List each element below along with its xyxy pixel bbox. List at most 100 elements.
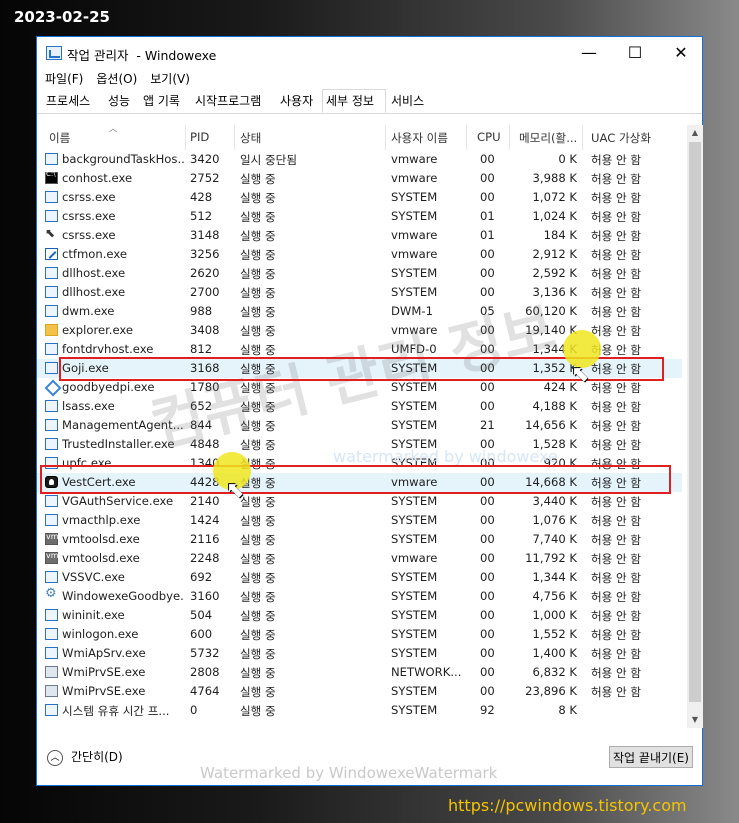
menu-options[interactable]: 옵션(O) — [91, 69, 142, 89]
date-label: 2023-02-25 — [14, 8, 110, 26]
process-name: wininit.exe — [62, 608, 125, 622]
process-memory: 2,592 K — [532, 266, 577, 280]
tab-users[interactable]: 사용자 — [277, 91, 316, 112]
box-process-icon — [45, 514, 58, 526]
process-uac: 허용 안 함 — [591, 400, 642, 414]
tab-startup[interactable]: 시작프로그램 — [192, 91, 264, 112]
column-header-name[interactable]: 이름 — [49, 130, 70, 146]
table-row[interactable]: ctfmon.exe 3256 실행 중 vmware 00 2,912 K 허용 안 함 — [37, 245, 682, 264]
table-row[interactable]: ManagementAgent... 844 실행 중 SYSTEM 21 14,656 … — [37, 416, 682, 435]
table-row[interactable]: WmiApSrv.exe 5732 실행 중 SYSTEM 00 1,400 K 허용 안 … — [37, 644, 682, 663]
table-row[interactable]: conhost.exe 2752 실행 중 vmware 00 3,988 K 허용 안 함 — [37, 169, 682, 188]
table-row[interactable]: csrss.exe 428 실행 중 SYSTEM 00 1,072 K 허용 안 함 — [37, 188, 682, 207]
column-divider[interactable] — [234, 125, 235, 150]
column-header-uac[interactable]: UAC 가상화 — [591, 130, 651, 146]
process-user: SYSTEM — [391, 266, 438, 280]
process-status: 실행 중 — [240, 495, 276, 509]
table-row[interactable]: vmtoolsd.exe 2248 실행 중 vmware 00 11,792 K 허용 안… — [37, 549, 682, 568]
box-process-icon — [45, 419, 58, 431]
table-row[interactable]: vmacthlp.exe 1424 실행 중 SYSTEM 00 1,076 K 허용 안 … — [37, 511, 682, 530]
process-memory: 1,072 K — [532, 190, 577, 204]
menu-view[interactable]: 보기(V) — [145, 69, 195, 89]
process-status: 실행 중 — [240, 229, 276, 243]
process-name: WindowexeGoodbye... — [62, 589, 184, 603]
column-header-memory[interactable]: 메모리(활... — [519, 130, 577, 146]
tab-processes[interactable]: 프로세스 — [43, 91, 93, 112]
box-process-icon — [45, 362, 58, 374]
table-row[interactable]: wininit.exe 504 실행 중 SYSTEM 00 1,000 K 허용 안 함 — [37, 606, 682, 625]
process-status: 실행 중 — [240, 571, 276, 585]
tab-performance[interactable]: 성능 — [105, 91, 133, 112]
process-uac: 허용 안 함 — [591, 571, 642, 585]
tab-app-history[interactable]: 앱 기록 — [140, 91, 183, 112]
column-header-user[interactable]: 사용자 이름 — [391, 130, 448, 146]
process-pid: 3148 — [190, 228, 220, 242]
process-pid: 600 — [190, 627, 213, 641]
process-user: SYSTEM — [391, 570, 438, 584]
column-header-status[interactable]: 상태 — [240, 130, 261, 146]
task-manager-icon — [46, 46, 62, 60]
box-process-icon — [45, 495, 58, 507]
column-divider[interactable] — [509, 125, 510, 150]
close-button[interactable]: ✕ — [658, 37, 704, 69]
column-divider[interactable] — [185, 125, 186, 150]
table-row[interactable]: WmiPrvSE.exe 2808 실행 중 NETWORK... 00 6,832 K 허… — [37, 663, 682, 682]
process-pid: 3160 — [190, 589, 220, 603]
process-memory: 3,440 K — [532, 494, 577, 508]
table-row[interactable]: csrss.exe 512 실행 중 SYSTEM 01 1,024 K 허용 안 함 — [37, 207, 682, 226]
process-user: vmware — [391, 152, 438, 166]
scroll-up-icon[interactable]: ▲ — [687, 125, 703, 141]
table-row[interactable]: WindowexeGoodbye... 3160 실행 중 SYSTEM 00 4,756… — [37, 586, 682, 606]
site-url: https://pcwindows.tistory.com — [448, 796, 687, 815]
process-status: 실행 중 — [240, 191, 276, 205]
scroll-down-icon[interactable]: ▼ — [687, 712, 703, 728]
process-uac: 허용 안 함 — [591, 514, 642, 528]
process-uac: 허용 안 함 — [591, 248, 642, 262]
box-process-icon — [45, 267, 58, 279]
table-row[interactable]: winlogon.exe 600 실행 중 SYSTEM 00 1,552 K 허용 안 함 — [37, 625, 682, 644]
service-process-icon — [45, 685, 58, 697]
process-status: 실행 중 — [240, 704, 276, 718]
box-process-icon — [45, 210, 58, 222]
table-row[interactable]: dwm.exe 988 실행 중 DWM-1 05 60,120 K 허용 안 함 — [37, 302, 682, 321]
table-row[interactable]: VSSVC.exe 692 실행 중 SYSTEM 00 1,344 K 허용 안 함 — [37, 568, 682, 587]
menu-file[interactable]: 파일(F) — [40, 69, 88, 89]
process-pid: 3408 — [190, 323, 220, 337]
process-name: csrss.exe — [62, 209, 116, 223]
minimize-button[interactable]: — — [566, 37, 612, 69]
table-row[interactable]: dllhost.exe 2700 실행 중 SYSTEM 00 3,136 K 허용 안 함 — [37, 283, 682, 302]
end-task-button[interactable]: 작업 끝내기(E) — [609, 746, 693, 768]
process-uac: 허용 안 함 — [591, 153, 642, 167]
table-row[interactable]: csrss.exe 3148 실행 중 vmware 01 184 K 허용 안 함 — [37, 226, 682, 245]
column-header-pid[interactable]: PID — [190, 130, 209, 144]
table-row[interactable]: dllhost.exe 2620 실행 중 SYSTEM 00 2,592 K 허용 안 함 — [37, 264, 682, 283]
process-status: 실행 중 — [240, 647, 276, 661]
vertical-scrollbar[interactable]: ▲ ▼ — [687, 125, 703, 728]
column-divider[interactable] — [385, 125, 386, 150]
table-row[interactable]: VGAuthService.exe 2140 실행 중 SYSTEM 00 3,440 K… — [37, 492, 682, 511]
table-row[interactable]: WmiPrvSE.exe 4764 실행 중 SYSTEM 00 23,896 K 허용 안… — [37, 682, 682, 701]
column-divider[interactable] — [582, 125, 583, 150]
tab-services[interactable]: 서비스 — [388, 91, 427, 112]
scrollbar-thumb[interactable] — [689, 142, 701, 702]
fewer-details-link[interactable]: ︿ 간단히(D) — [47, 748, 123, 766]
task-manager-window: 작업 관리자 - Windowexe — ☐ ✕ 파일(F) 옵션(O) 보기(V)… — [36, 36, 703, 786]
process-user: vmware — [391, 171, 438, 185]
column-divider[interactable] — [466, 125, 467, 150]
table-row[interactable]: vmtoolsd.exe 2116 실행 중 SYSTEM 00 7,740 K 허용 안 … — [37, 530, 682, 549]
details-table: ︿ 이름 PID 상태 사용자 이름 CPU 메모리(활... UAC 가상화 … — [37, 124, 687, 728]
column-header-cpu[interactable]: CPU — [477, 130, 501, 144]
process-uac: 허용 안 함 — [591, 267, 642, 281]
process-name: vmacthlp.exe — [62, 513, 141, 527]
table-row[interactable]: 시스템 유휴 시간 프... 0 실행 중 SYSTEM 92 8 K — [37, 701, 682, 720]
table-row[interactable]: backgroundTaskHos... 3420 일시 중단됨 vmware 00 0 … — [37, 150, 682, 169]
process-name: explorer.exe — [62, 323, 134, 337]
process-memory: 3,988 K — [532, 171, 577, 185]
vm-process-icon — [45, 551, 59, 564]
tab-details[interactable]: 세부 정보 — [322, 89, 386, 113]
process-name: winlogon.exe — [62, 627, 139, 641]
maximize-button[interactable]: ☐ — [612, 37, 658, 69]
process-name: dllhost.exe — [62, 266, 126, 280]
bottom-watermark-text: Watermarked by WindowexeWatermark — [200, 764, 498, 782]
process-user: SYSTEM — [391, 589, 438, 603]
